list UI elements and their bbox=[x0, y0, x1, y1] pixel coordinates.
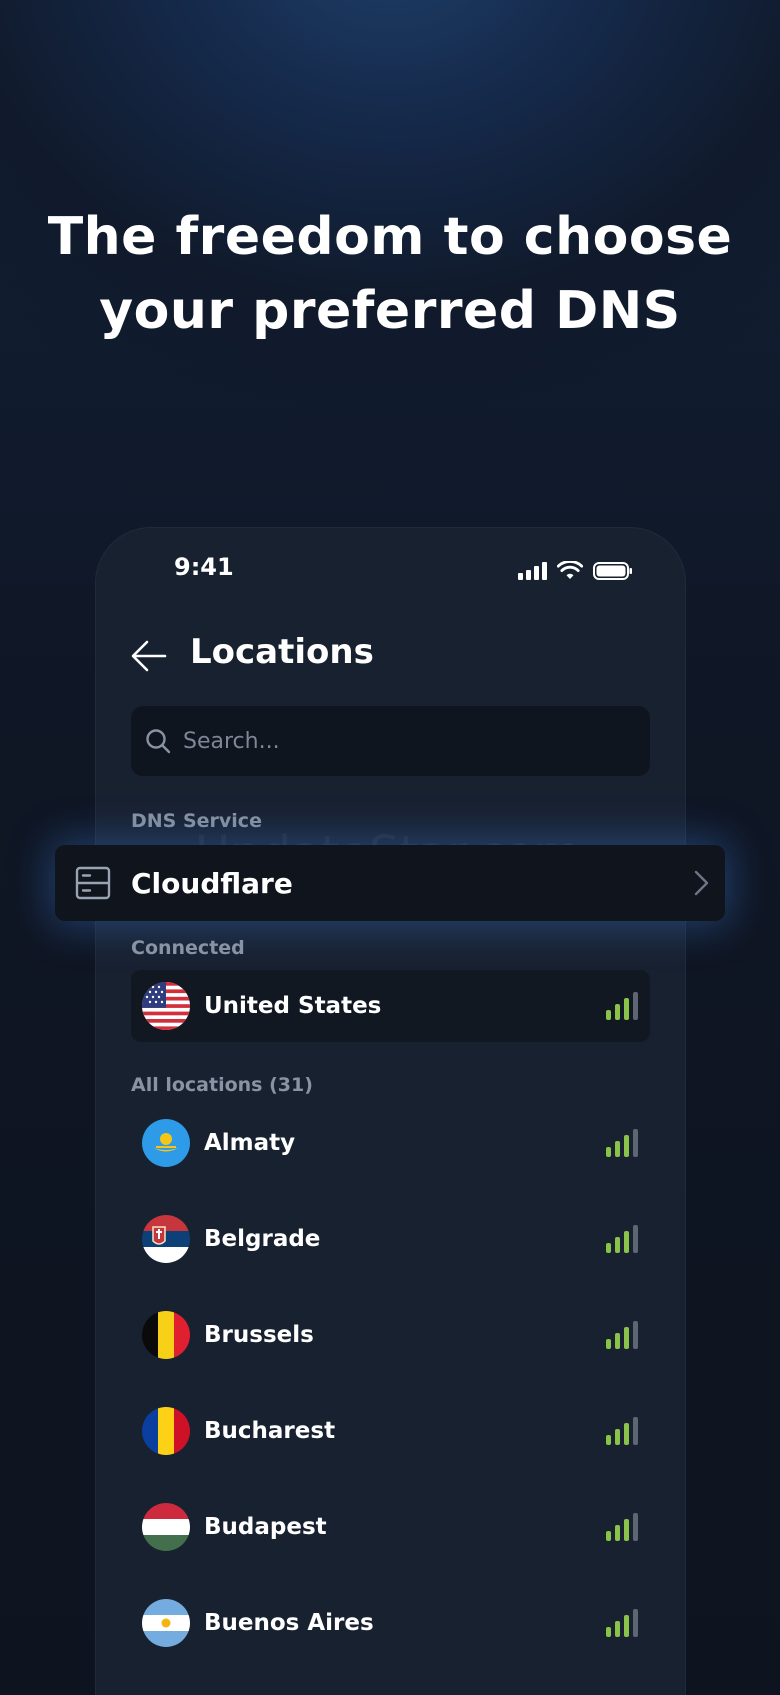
arrow-left-icon[interactable] bbox=[130, 638, 168, 674]
search-bar[interactable] bbox=[131, 706, 650, 776]
location-row-bucharest[interactable]: Bucharest bbox=[131, 1395, 650, 1467]
all-locations-section-label: All locations (31) bbox=[131, 1074, 313, 1096]
location-row-budapest[interactable]: Budapest bbox=[131, 1491, 650, 1563]
connected-section-label: Connected bbox=[131, 937, 245, 959]
headline-line-2: your preferred DNS bbox=[99, 281, 681, 341]
signal-strength-icon bbox=[606, 1225, 638, 1253]
location-name: Budapest bbox=[204, 1514, 327, 1540]
chevron-right-icon bbox=[694, 870, 709, 896]
wifi-icon bbox=[557, 561, 583, 579]
location-row-buenos-aires[interactable]: Buenos Aires bbox=[131, 1587, 650, 1659]
flag-rs-icon bbox=[142, 1215, 190, 1263]
signal-strength-icon bbox=[606, 1129, 638, 1157]
flag-ar-icon bbox=[142, 1599, 190, 1647]
location-row-brussels[interactable]: Brussels bbox=[131, 1299, 650, 1371]
location-row-belgrade[interactable]: Belgrade bbox=[131, 1203, 650, 1275]
location-name: Almaty bbox=[204, 1130, 296, 1156]
signal-strength-icon bbox=[606, 1513, 638, 1541]
location-name: Brussels bbox=[204, 1322, 314, 1348]
page-title: Locations bbox=[190, 632, 374, 672]
flag-us-icon bbox=[142, 982, 190, 1030]
location-name: United States bbox=[204, 993, 382, 1019]
status-icons bbox=[518, 558, 633, 584]
flag-hu-icon bbox=[142, 1503, 190, 1551]
signal-strength-icon bbox=[606, 1417, 638, 1445]
signal-strength-icon bbox=[606, 1609, 638, 1637]
flag-ro-icon bbox=[142, 1407, 190, 1455]
headline-line-1: The freedom to choose bbox=[47, 207, 733, 267]
dns-service-card[interactable]: Cloudflare bbox=[55, 845, 725, 921]
status-time: 9:41 bbox=[174, 553, 234, 581]
battery-icon bbox=[593, 562, 632, 580]
location-row-almaty[interactable]: Almaty bbox=[131, 1107, 650, 1179]
location-name: Buenos Aires bbox=[204, 1610, 374, 1636]
connected-location-row[interactable]: United States bbox=[131, 970, 650, 1042]
signal-strength-icon bbox=[606, 1321, 638, 1349]
signal-strength-icon bbox=[606, 992, 638, 1020]
dns-service-name: Cloudflare bbox=[131, 866, 293, 900]
headline: The freedom to choose your preferred DNS bbox=[0, 200, 780, 348]
flag-be-icon bbox=[142, 1311, 190, 1359]
search-input[interactable] bbox=[183, 728, 613, 754]
location-name: Belgrade bbox=[204, 1226, 321, 1252]
search-icon bbox=[146, 729, 171, 754]
cellular-signal-icon bbox=[518, 562, 547, 580]
location-name: Bucharest bbox=[204, 1418, 336, 1444]
server-icon bbox=[75, 866, 111, 900]
flag-kz-icon bbox=[142, 1119, 190, 1167]
